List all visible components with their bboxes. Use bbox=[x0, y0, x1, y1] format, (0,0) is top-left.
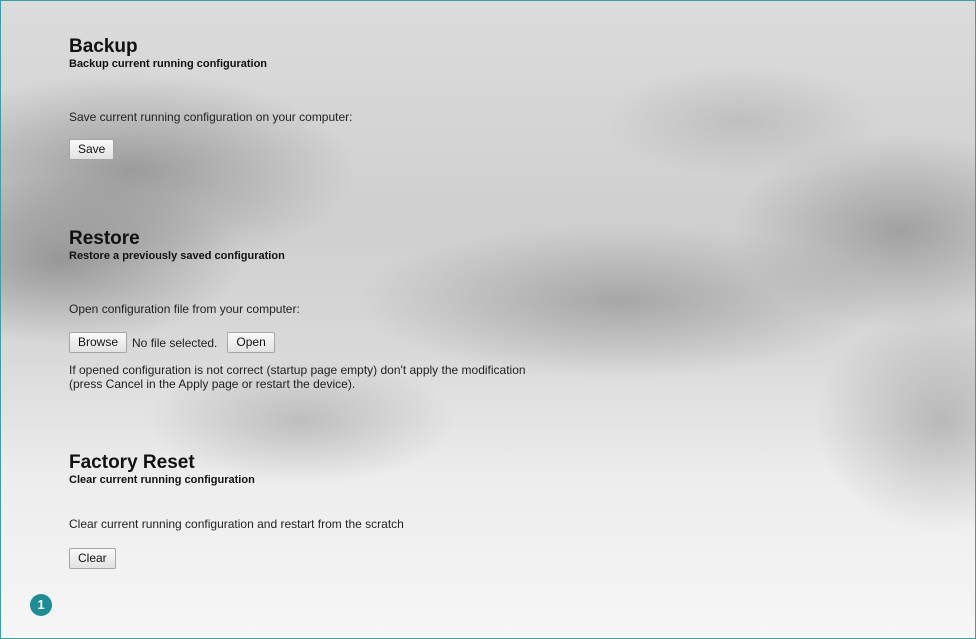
file-picker: Browse No file selected. Open bbox=[69, 332, 949, 353]
factory-reset-title: Factory Reset bbox=[69, 452, 195, 473]
browse-button[interactable]: Browse bbox=[69, 332, 128, 353]
configuration-panel: Backup Backup current running configurat… bbox=[69, 37, 949, 569]
save-button[interactable]: Save bbox=[69, 139, 115, 160]
backup-section: Backup Backup current running configurat… bbox=[69, 37, 949, 160]
clear-button[interactable]: Clear bbox=[69, 548, 116, 569]
backup-description: Save current running configuration on yo… bbox=[69, 110, 353, 124]
file-status-text: No file selected. bbox=[132, 335, 218, 350]
factory-reset-section: Factory Reset Clear current running conf… bbox=[69, 453, 949, 569]
restore-description: Open configuration file from your comput… bbox=[69, 302, 300, 316]
restore-note-line-2: (press Cancel in the Apply page or resta… bbox=[69, 377, 356, 391]
open-button[interactable]: Open bbox=[227, 332, 275, 353]
restore-section: Restore Restore a previously saved confi… bbox=[69, 229, 949, 391]
restore-subtitle: Restore a previously saved configuration bbox=[69, 250, 285, 262]
factory-reset-description: Clear current running configuration and … bbox=[69, 517, 404, 531]
factory-reset-subtitle: Clear current running configuration bbox=[69, 474, 255, 486]
restore-title: Restore bbox=[69, 228, 140, 249]
callout-number-badge: 1 bbox=[30, 594, 52, 616]
page-frame: Backup Backup current running configurat… bbox=[0, 0, 976, 639]
backup-subtitle: Backup current running configuration bbox=[69, 58, 268, 70]
backup-title: Backup bbox=[69, 36, 138, 57]
restore-note-line-1: If opened configuration is not correct (… bbox=[69, 363, 526, 377]
